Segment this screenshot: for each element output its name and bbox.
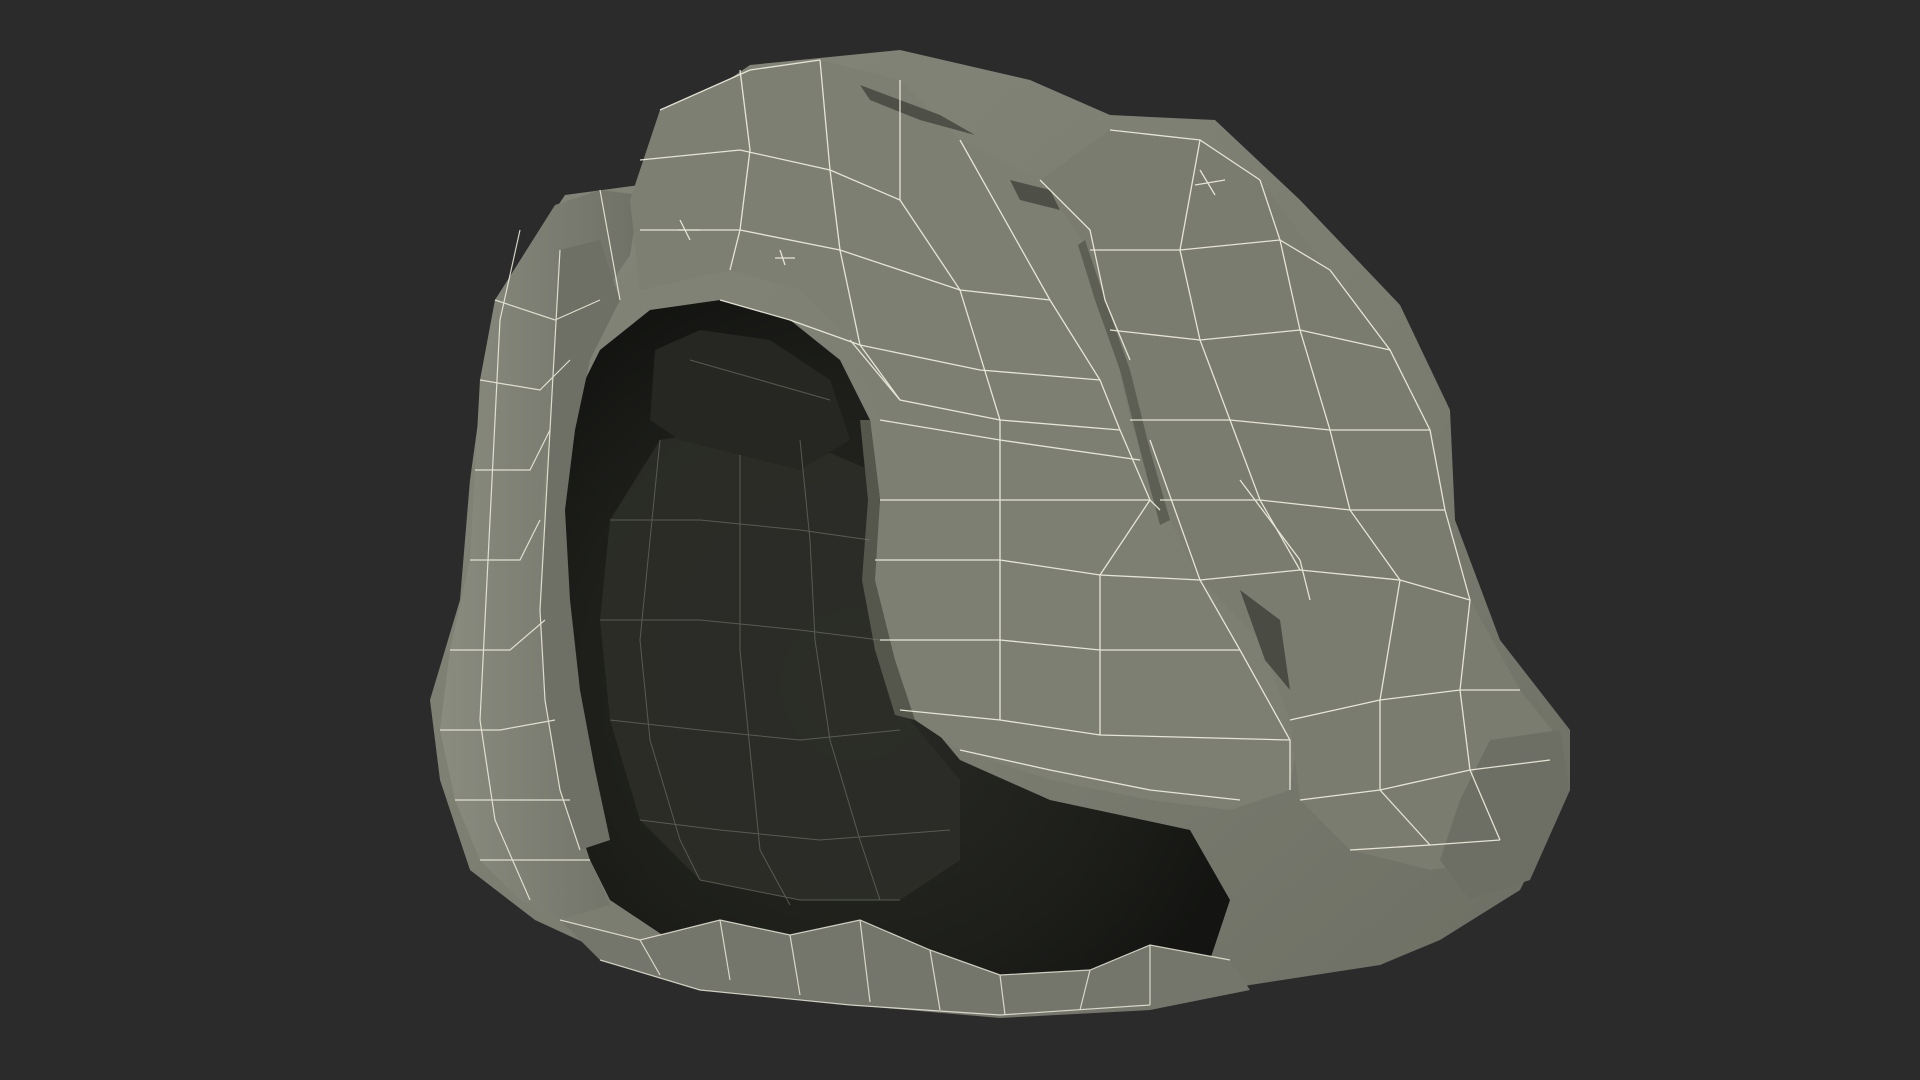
3d-viewport[interactable] [0, 0, 1920, 1080]
mesh-render [430, 50, 1570, 1018]
